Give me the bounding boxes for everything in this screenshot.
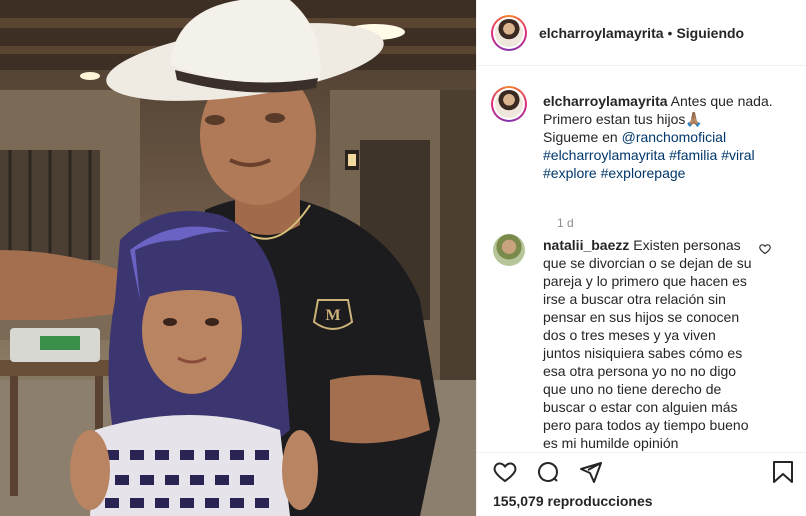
hashtag-link[interactable]: #familia	[669, 147, 717, 163]
following-button[interactable]: Siguiendo	[676, 25, 744, 41]
caption-avatar[interactable]	[491, 86, 527, 122]
video-frame: M	[0, 0, 476, 516]
caption-username-link[interactable]: elcharroylamayrita	[543, 93, 668, 109]
like-comment-icon[interactable]	[759, 242, 771, 260]
avatar-image	[495, 18, 523, 47]
author-avatar[interactable]	[491, 14, 527, 51]
share-icon[interactable]	[577, 458, 605, 486]
author-username-link[interactable]: elcharroylamayrita	[539, 25, 664, 41]
heart-icon[interactable]	[491, 458, 519, 486]
commenter-username-link[interactable]: natalii_baezz	[543, 237, 629, 253]
shirt-logo: M	[325, 307, 340, 324]
caption-line-2: Primero estan tus hijos🙏🏽	[543, 111, 703, 127]
caption-text: elcharroylamayrita Antes que nada. Prime…	[543, 92, 783, 182]
video-player[interactable]: M	[0, 0, 476, 516]
views-count[interactable]: 155,079 reproducciones	[493, 493, 653, 509]
bookmark-icon[interactable]	[769, 458, 797, 486]
post-actions: 155,079 reproducciones	[477, 452, 806, 516]
comments-list[interactable]: elcharroylamayrita Antes que nada. Prime…	[477, 66, 806, 452]
hashtag-link[interactable]: #explorepage	[601, 165, 686, 181]
mention-link[interactable]: @ranchomoficial	[622, 129, 726, 145]
separator-dot: •	[667, 24, 673, 41]
comment-icon[interactable]	[534, 458, 562, 486]
post-details-panel: elcharroylamayrita • Siguiendo elcharroy…	[476, 0, 806, 516]
comment-body: Existen personas que se divorcian o se d…	[543, 237, 752, 451]
avatar-image	[495, 90, 523, 118]
comment-text: natalii_baezz Existen personas que se di…	[543, 236, 755, 452]
hashtag-link[interactable]: #explore	[543, 165, 597, 181]
post: M elcharroylamayrita • Siguiendo elcharr…	[0, 0, 806, 516]
caption-line-1: Antes que nada.	[670, 93, 773, 109]
commenter-avatar[interactable]	[493, 234, 525, 266]
post-timestamp[interactable]: 1 d	[557, 216, 574, 230]
hashtag-link[interactable]: #elcharroylamayrita	[543, 147, 665, 163]
post-header: elcharroylamayrita • Siguiendo	[477, 0, 806, 66]
caption-line-3: Sigueme en	[543, 129, 622, 145]
hashtag-link[interactable]: #viral	[721, 147, 754, 163]
